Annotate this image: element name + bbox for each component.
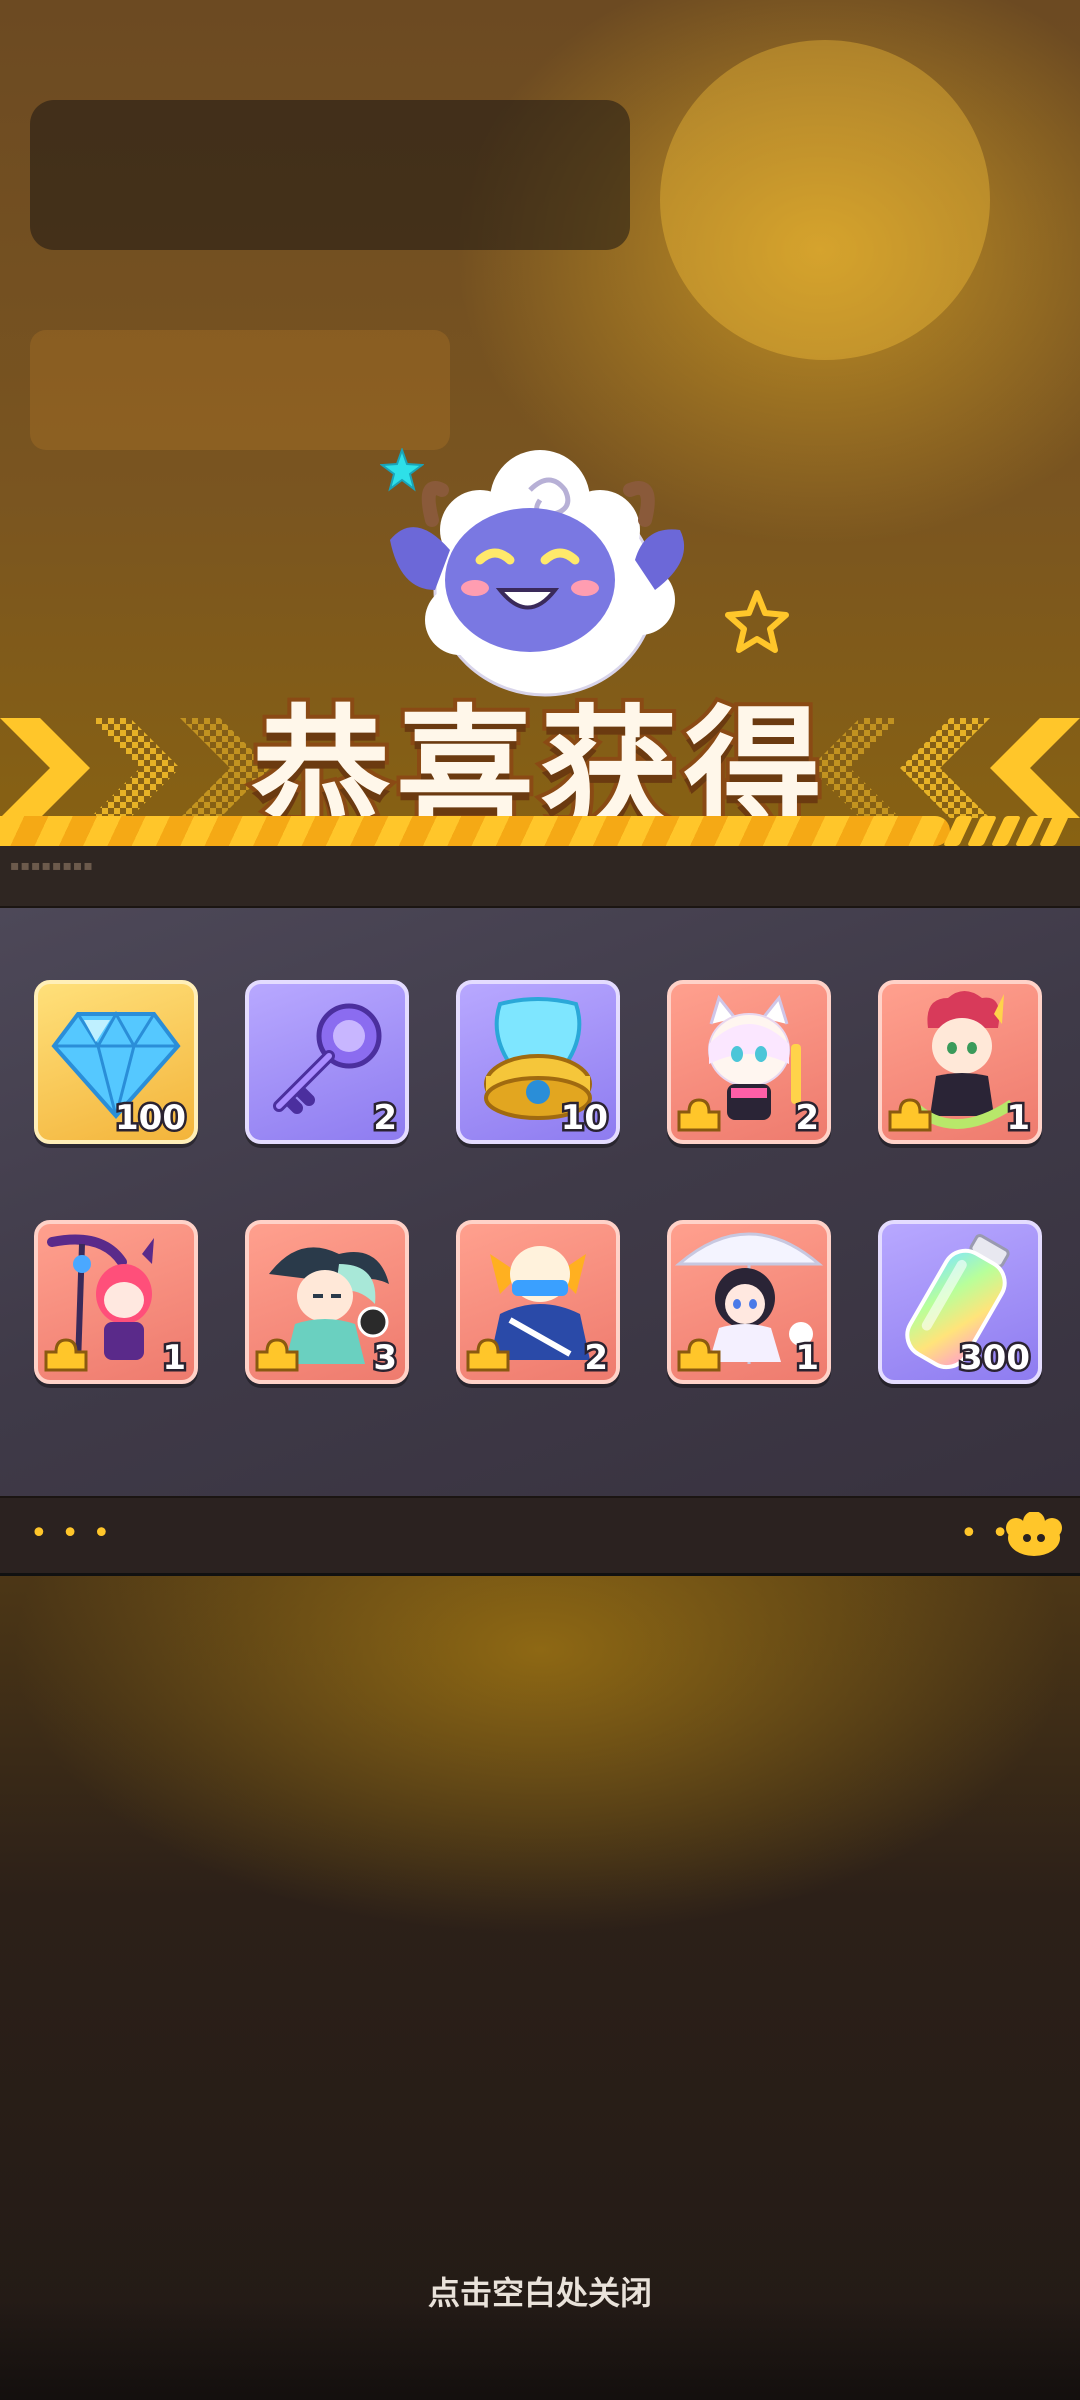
fragment-icon <box>888 1098 932 1132</box>
background-card <box>30 100 630 250</box>
background-card <box>30 330 450 450</box>
item-count: 2 <box>582 1336 611 1381</box>
reward-grid: 100 2 10 2 1 1 3 2 1 300 <box>34 980 1046 1384</box>
footer-dots: • • • <box>30 1516 113 1551</box>
gold-star-icon <box>725 590 789 653</box>
reward-item-character-fragment[interactable]: 1 <box>878 980 1042 1144</box>
item-count: 300 <box>957 1336 1033 1381</box>
item-count: 3 <box>371 1336 400 1381</box>
item-count: 2 <box>793 1096 822 1141</box>
reward-item-character-fragment[interactable]: 2 <box>667 980 831 1144</box>
item-count: 100 <box>113 1096 189 1141</box>
background-blob <box>660 40 990 360</box>
item-count: 1 <box>793 1336 822 1381</box>
reward-item-energy-core[interactable]: 10 <box>456 980 620 1144</box>
panel-header: ▪▪▪▪▪▪▪▪ <box>0 846 1080 908</box>
reward-item-bottle[interactable]: 300 <box>878 1220 1042 1384</box>
reward-item-character-fragment[interactable]: 1 <box>667 1220 831 1384</box>
panel-footer: • • • • • • <box>0 1496 1080 1576</box>
reward-item-character-fragment[interactable]: 1 <box>34 1220 198 1384</box>
background-shade <box>0 2300 1080 2400</box>
fragment-icon <box>677 1098 721 1132</box>
item-count: 1 <box>160 1336 189 1381</box>
sheep-logo-icon <box>1006 1512 1062 1556</box>
title-underline-bar <box>0 816 950 846</box>
slash-decoration <box>943 816 1069 846</box>
fragment-icon <box>255 1338 299 1372</box>
panel-header-dots: ▪▪▪▪▪▪▪▪ <box>10 858 94 874</box>
reward-item-character-fragment[interactable]: 3 <box>245 1220 409 1384</box>
reward-item-character-fragment[interactable]: 2 <box>456 1220 620 1384</box>
fragment-icon <box>466 1338 510 1372</box>
tap-to-close-hint[interactable]: 点击空白处关闭 <box>0 2268 1080 2314</box>
reward-item-diamond[interactable]: 100 <box>34 980 198 1144</box>
item-count: 10 <box>558 1096 610 1141</box>
item-count: 1 <box>1004 1096 1033 1141</box>
item-count: 2 <box>371 1096 400 1141</box>
fragment-icon <box>677 1338 721 1372</box>
reward-item-key[interactable]: 2 <box>245 980 409 1144</box>
fragment-icon <box>44 1338 88 1372</box>
